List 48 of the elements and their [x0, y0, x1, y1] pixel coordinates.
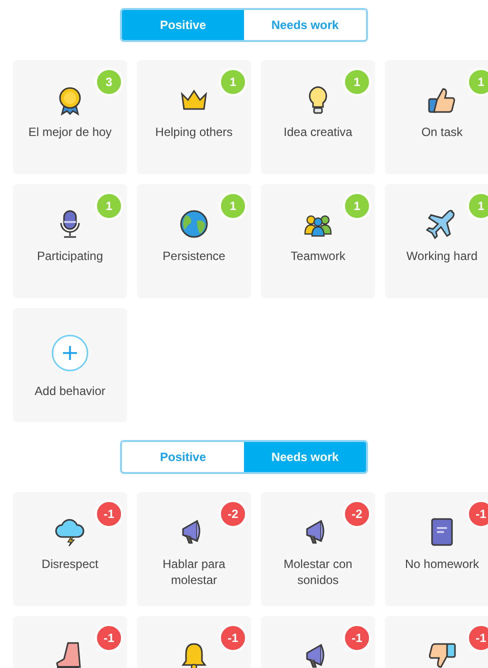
points-badge: -1 — [219, 624, 247, 652]
behavior-label: Idea creativa — [282, 124, 354, 140]
points-badge: 1 — [343, 68, 371, 96]
points-badge: 1 — [343, 192, 371, 220]
behavior-label: Disrespect — [40, 556, 100, 572]
behavior-card[interactable]: 1 Teamwork — [261, 184, 375, 298]
behavior-label: Working hard — [405, 248, 479, 264]
plus-icon — [51, 334, 89, 372]
points-badge: -1 — [95, 624, 123, 652]
behavior-label: Molestar con sonidos — [282, 556, 354, 588]
points-badge: -1 — [343, 624, 371, 652]
points-badge: 1 — [95, 192, 123, 220]
behavior-card[interactable]: -1 — [261, 616, 375, 668]
behavior-card[interactable]: 1 Persistence — [137, 184, 251, 298]
behavior-label: Teamwork — [290, 248, 346, 264]
behavior-card[interactable]: 1 Working hard — [385, 184, 488, 298]
behavior-card[interactable]: 1 On task — [385, 60, 488, 174]
points-badge: 1 — [467, 192, 488, 220]
behavior-label: Hablar para molestar — [162, 556, 226, 588]
behavior-card[interactable]: -2 Molestar con sonidos — [261, 492, 375, 606]
behavior-card[interactable]: -1 No homework — [385, 492, 488, 606]
points-badge: 1 — [219, 68, 247, 96]
points-badge: -2 — [343, 500, 371, 528]
behavior-label: Persistence — [162, 248, 226, 264]
behavior-card[interactable]: 1 Participating — [13, 184, 127, 298]
behavior-card[interactable]: -1 — [137, 616, 251, 668]
behavior-card[interactable]: 1 Idea creativa — [261, 60, 375, 174]
behavior-card[interactable]: 1 Helping others — [137, 60, 251, 174]
points-badge: 3 — [95, 68, 123, 96]
add-behavior-button[interactable]: Add behavior — [13, 308, 127, 422]
behavior-label: No homework — [404, 556, 480, 572]
behavior-card[interactable]: -2 Hablar para molestar — [137, 492, 251, 606]
behavior-label: Participating — [36, 248, 104, 264]
behavior-card[interactable]: 3 El mejor de hoy — [13, 60, 127, 174]
points-badge: -1 — [95, 500, 123, 528]
points-badge: 1 — [219, 192, 247, 220]
behavior-card[interactable]: -1 — [385, 616, 488, 668]
behavior-card[interactable]: -1 Disrespect — [13, 492, 127, 606]
storm-cloud-icon — [54, 516, 86, 548]
points-badge: -1 — [467, 624, 488, 652]
globe-icon — [178, 208, 210, 240]
points-badge: 1 — [467, 68, 488, 96]
behavior-label: El mejor de hoy — [27, 124, 113, 140]
points-badge: -1 — [467, 500, 488, 528]
behavior-card[interactable]: -1 — [13, 616, 127, 668]
behavior-label: Helping others — [154, 124, 234, 140]
points-badge: -2 — [219, 500, 247, 528]
behavior-label: On task — [420, 124, 464, 140]
